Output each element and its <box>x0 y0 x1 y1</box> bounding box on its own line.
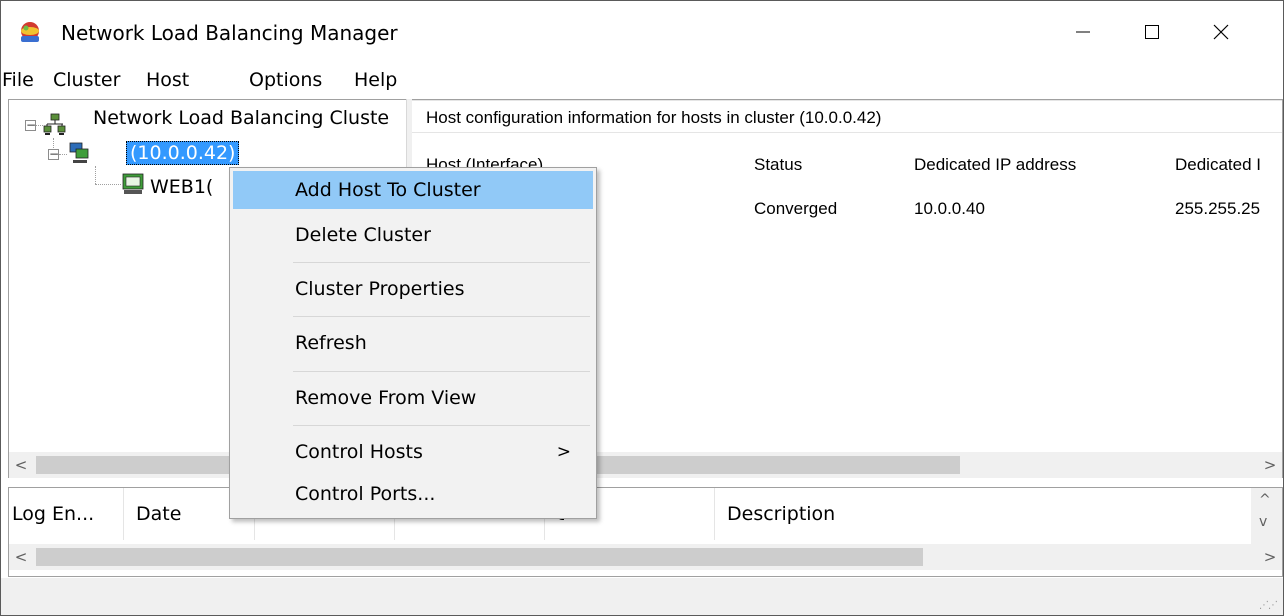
scroll-left-arrow-icon[interactable]: < <box>9 452 33 478</box>
menu-separator <box>293 371 590 372</box>
log-vertical-scrollbar[interactable]: ^ v <box>1251 488 1282 544</box>
menu-separator <box>293 262 590 263</box>
nlb-app-icon <box>17 19 43 45</box>
host-computer-icon <box>121 172 145 196</box>
tree-host-label[interactable]: WEB1( <box>150 174 213 200</box>
log-column-entry[interactable]: Log En... <box>9 488 124 540</box>
cell-dedicated-mask: 255.255.25 <box>1175 199 1261 218</box>
tree-cluster-label[interactable]: (10.0.0.42) <box>126 140 240 166</box>
minimize-icon <box>1076 31 1090 33</box>
title-bar[interactable]: Network Load Balancing Manager <box>1 1 1283 63</box>
column-header-dedicated-mask[interactable]: Dedicated I <box>1175 154 1261 176</box>
menu-file[interactable]: File <box>2 67 34 93</box>
maximize-icon <box>1145 25 1159 39</box>
submenu-arrow-icon: > <box>556 442 571 462</box>
tree-connector <box>59 154 67 155</box>
cell-status: Converged <box>754 199 838 218</box>
menu-item-label: Add Host To Cluster <box>295 179 481 201</box>
cell-dedicated-ip: 10.0.0.40 <box>914 199 985 218</box>
log-header: Log En... Date t Description <box>9 488 1251 540</box>
selected-cluster-node[interactable]: (10.0.0.42) <box>126 141 240 165</box>
collapse-cluster-icon[interactable]: − <box>48 148 59 160</box>
status-bar: ⋰⋰ <box>1 578 1283 615</box>
host-panel-header: Host configuration information for hosts… <box>412 100 1282 133</box>
menu-item-refresh[interactable]: Refresh <box>233 324 593 362</box>
log-column-description[interactable]: Description <box>715 488 1251 540</box>
minimize-button[interactable] <box>1049 2 1117 62</box>
resize-grip-icon[interactable]: ⋰⋰ <box>1259 600 1278 611</box>
menu-item-label: Remove From View <box>295 387 477 409</box>
menu-item-label: Delete Cluster <box>295 224 431 246</box>
scroll-right-arrow-icon[interactable]: > <box>1258 452 1282 478</box>
tree-root-label[interactable]: Network Load Balancing Cluste <box>93 105 389 131</box>
menu-options[interactable]: Options <box>249 67 322 93</box>
menu-item-add-host[interactable]: Add Host To Cluster <box>233 171 593 209</box>
column-header-status[interactable]: Status <box>754 154 802 176</box>
menu-item-cluster-properties[interactable]: Cluster Properties <box>233 270 593 308</box>
menu-item-label: Cluster Properties <box>295 278 465 300</box>
network-cluster-icon <box>43 113 67 137</box>
menu-separator <box>293 425 590 426</box>
menu-item-delete-cluster[interactable]: Delete Cluster <box>233 216 593 254</box>
context-menu: Add Host To Cluster Delete Cluster Clust… <box>229 167 597 519</box>
window-title: Network Load Balancing Manager <box>61 21 398 45</box>
collapse-root-icon[interactable]: − <box>25 119 36 131</box>
cluster-icon <box>67 141 91 165</box>
close-button[interactable] <box>1187 2 1255 62</box>
scroll-down-arrow-icon[interactable]: v <box>1259 514 1267 530</box>
menu-item-control-ports[interactable]: Control Ports... <box>233 475 593 513</box>
log-horizontal-scrollbar[interactable]: < > <box>9 544 1282 570</box>
scroll-right-arrow-icon[interactable]: > <box>1258 544 1282 570</box>
menu-item-label: Control Ports... <box>295 483 436 505</box>
menu-cluster[interactable]: Cluster <box>53 67 120 93</box>
maximize-button[interactable] <box>1118 2 1186 62</box>
tree-connector <box>95 166 96 184</box>
column-header-dedicated-ip[interactable]: Dedicated IP address <box>914 154 1076 176</box>
menu-help[interactable]: Help <box>354 67 397 93</box>
scroll-left-arrow-icon[interactable]: < <box>9 544 33 570</box>
close-icon <box>1213 24 1229 40</box>
scroll-thumb[interactable] <box>36 548 923 566</box>
menu-item-label: Refresh <box>295 332 367 354</box>
menu-item-label: Control Hosts <box>295 441 423 463</box>
menu-item-control-hosts[interactable]: Control Hosts > <box>233 433 593 471</box>
menu-separator <box>293 316 590 317</box>
host-panel-title: Host configuration information for hosts… <box>426 108 882 127</box>
tree-connector <box>36 125 43 126</box>
menu-item-remove-from-view[interactable]: Remove From View <box>233 379 593 417</box>
scroll-up-arrow-icon[interactable]: ^ <box>1259 492 1271 508</box>
menu-host[interactable]: Host <box>146 67 189 93</box>
menu-bar: File Cluster Host Options Help <box>1 63 1283 97</box>
tree-connector <box>95 184 121 185</box>
